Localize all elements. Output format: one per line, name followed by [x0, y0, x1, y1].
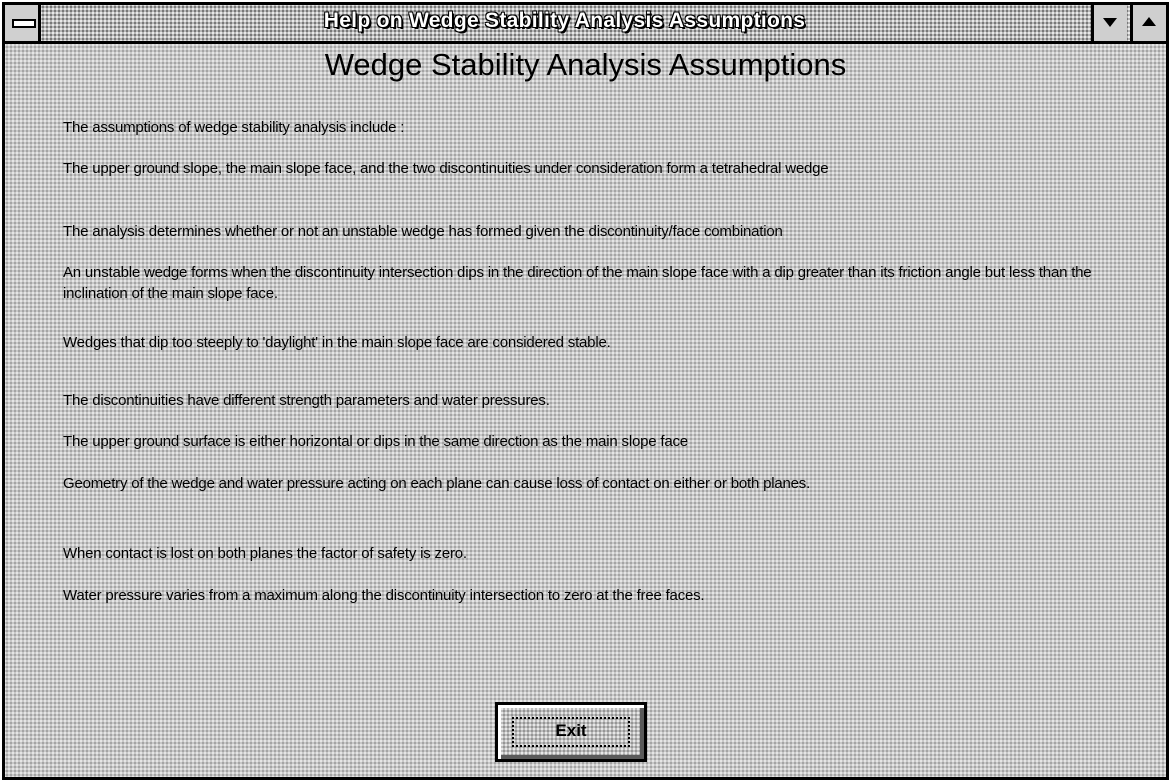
maximize-arrow-icon	[1142, 17, 1156, 26]
assumption-paragraph: Wedges that dip too steeply to 'daylight…	[63, 334, 611, 351]
minimize-button[interactable]	[1091, 5, 1127, 41]
exit-button[interactable]: Exit	[495, 702, 647, 762]
system-menu-icon[interactable]	[5, 5, 41, 41]
assumption-paragraph: The analysis determines whether or not a…	[63, 223, 783, 240]
assumption-paragraph: The discontinuities have different stren…	[63, 392, 550, 409]
maximize-button[interactable]	[1130, 5, 1166, 41]
assumption-paragraph: Water pressure varies from a maximum alo…	[63, 587, 705, 604]
assumption-paragraph: The assumptions of wedge stability analy…	[63, 119, 405, 136]
help-window: Help on Wedge Stability Analysis Assumpt…	[2, 2, 1169, 780]
assumption-paragraph: When contact is lost on both planes the …	[63, 545, 467, 562]
window-title: Help on Wedge Stability Analysis Assumpt…	[323, 9, 806, 32]
assumption-paragraph: Geometry of the wedge and water pressure…	[63, 475, 811, 492]
exit-button-label: Exit	[555, 721, 587, 740]
assumption-paragraph: The upper ground surface is either horiz…	[63, 433, 688, 450]
page-title: Wedge Stability Analysis Assumptions	[324, 47, 847, 82]
minimize-arrow-icon	[1103, 18, 1117, 27]
assumption-paragraph: An unstable wedge forms when the discont…	[63, 264, 1092, 302]
title-bar[interactable]: Help on Wedge Stability Analysis Assumpt…	[5, 5, 1166, 44]
assumption-paragraph: The upper ground slope, the main slope f…	[63, 160, 829, 177]
